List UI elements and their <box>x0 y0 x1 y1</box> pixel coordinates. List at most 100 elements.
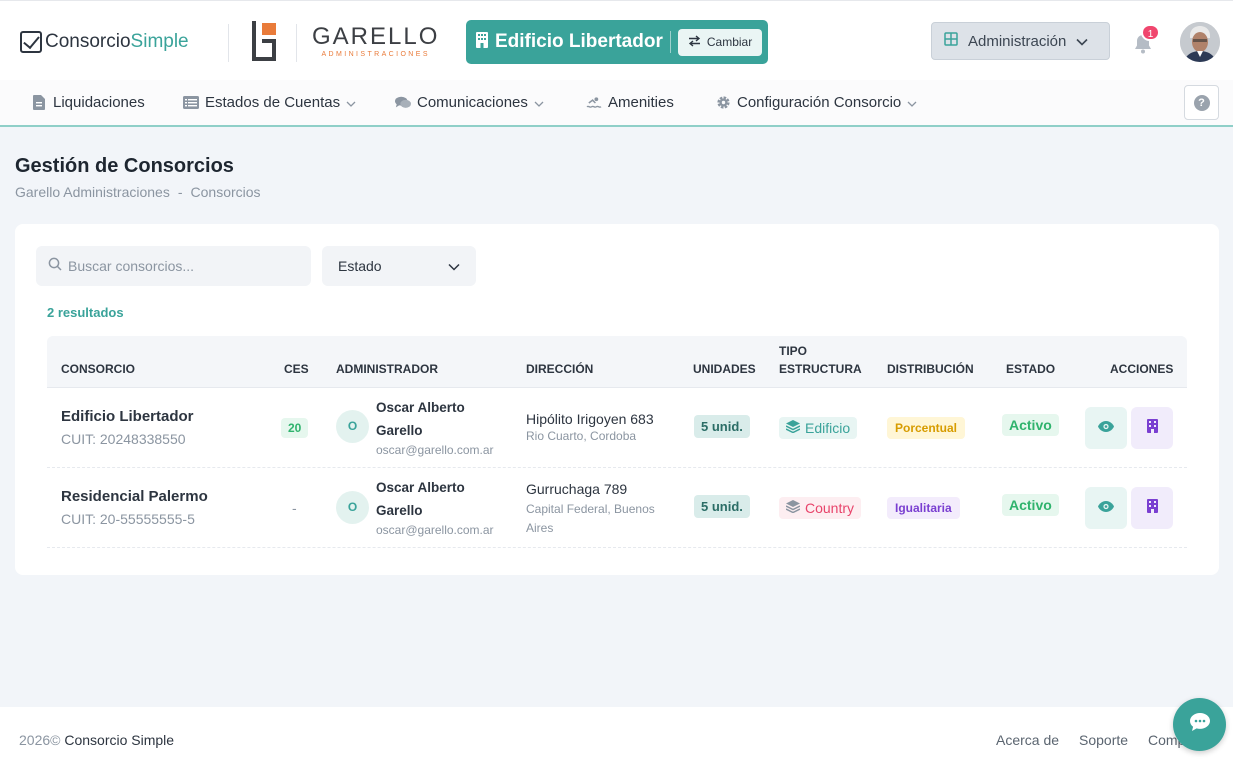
units-badge: 5 unid. <box>694 495 750 518</box>
grid-icon <box>944 32 958 50</box>
chevron-down-icon <box>346 94 356 111</box>
column-header-consorcio[interactable]: CONSORCIO <box>61 360 135 378</box>
building-icon <box>476 31 488 53</box>
column-header-tipo-estructura[interactable]: TIPO ESTRUCTURA <box>779 342 862 378</box>
nav-item-label: Comunicaciones <box>417 94 528 111</box>
nav-item-configuracion-consorcio[interactable]: Configuración Consorcio <box>715 94 917 111</box>
chevron-down-icon <box>448 258 460 274</box>
breadcrumb-item: Consorcios <box>190 184 261 200</box>
units-badge: 5 unid. <box>694 415 750 438</box>
structure-label: Edificio <box>805 420 851 436</box>
company-name: GARELLO <box>312 22 440 50</box>
structure-badge: Country <box>779 497 862 519</box>
main-nav: Liquidaciones Estados de Cuentas Comunic… <box>0 80 1233 127</box>
change-building-label: Cambiar <box>706 35 753 49</box>
address-city-line1: Capital Federal, Buenos <box>526 502 655 516</box>
footer-copyright: 2026© Consorcio Simple <box>19 732 174 748</box>
file-invoice-icon <box>31 95 47 111</box>
building-icon <box>1146 498 1158 518</box>
swimmer-icon <box>586 95 602 111</box>
search-input[interactable] <box>68 258 298 274</box>
footer-brand[interactable]: Consorcio Simple <box>64 732 174 748</box>
consorcios-card: Estado 2 resultados CONSORCIO CES ADMINI… <box>15 224 1219 575</box>
brand-part2: Simple <box>130 31 189 52</box>
structure-badge: Edificio <box>779 417 858 439</box>
consorcio-name[interactable]: Residencial Palermo <box>61 488 208 505</box>
nav-item-label: Estados de Cuentas <box>205 94 341 111</box>
chevron-down-icon <box>1076 33 1088 50</box>
comments-icon <box>395 95 411 111</box>
footer-year: 2026© <box>19 732 61 748</box>
consorcio-name[interactable]: Edificio Libertador <box>61 408 194 425</box>
admin-name-line1: Oscar Alberto <box>376 480 465 495</box>
admin-avatar: O <box>336 491 369 524</box>
consorcio-cuit: CUIT: 20248338550 <box>61 431 186 447</box>
address-street: Gurruchaga 789 <box>526 481 628 497</box>
chevron-down-icon <box>534 94 544 111</box>
column-header-estado[interactable]: ESTADO <box>1006 360 1055 378</box>
admin-name-line1: Oscar Alberto <box>376 400 465 415</box>
gear-icon <box>715 95 731 111</box>
admin-email: oscar@garello.com.ar <box>376 443 494 457</box>
view-button[interactable] <box>1085 407 1127 449</box>
role-selector[interactable]: Administración <box>931 22 1110 60</box>
eye-icon <box>1098 499 1114 517</box>
status-filter-label: Estado <box>338 258 382 274</box>
role-selector-label: Administración <box>968 32 1067 50</box>
results-count: 2 resultados <box>47 305 124 320</box>
admin-email: oscar@garello.com.ar <box>376 523 494 537</box>
nav-item-comunicaciones[interactable]: Comunicaciones <box>395 94 544 111</box>
nav-item-label: Configuración Consorcio <box>737 94 902 111</box>
building-details-button[interactable] <box>1131 487 1173 529</box>
swap-icon <box>688 34 701 50</box>
distribution-badge: Igualitaria <box>887 497 960 519</box>
app-logo[interactable]: Consorcio Simple <box>20 31 189 53</box>
consorcio-cuit: CUIT: 20-55555555-5 <box>61 511 195 527</box>
admin-name-line2: Garello <box>376 503 423 518</box>
address-city: Rio Cuarto, Cordoba <box>526 429 637 443</box>
status-filter-select[interactable]: Estado <box>322 246 476 286</box>
admin-avatar: O <box>336 410 369 443</box>
check-square-icon <box>20 31 42 53</box>
notification-badge: 1 <box>1141 24 1160 41</box>
address-street: Hipólito Irigoyen 683 <box>526 411 654 427</box>
chat-button[interactable] <box>1173 698 1226 751</box>
help-button[interactable]: ? <box>1184 85 1219 120</box>
building-details-button[interactable] <box>1131 407 1173 449</box>
footer-link-acerca[interactable]: Acerca de <box>996 732 1059 748</box>
column-header-tipo-line1: TIPO <box>779 344 808 358</box>
current-building-selector: Edificio Libertador Cambiar <box>466 20 768 64</box>
ces-badge: 20 <box>281 418 309 438</box>
column-header-ces[interactable]: CES <box>284 360 309 378</box>
chevron-down-icon <box>907 94 917 111</box>
column-header-distribucion[interactable]: DISTRIBUCIÓN <box>887 360 974 378</box>
structure-label: Country <box>805 500 855 516</box>
table-row: Edificio Libertador CUIT: 20248338550 20… <box>47 388 1187 468</box>
table-row: Residencial Palermo CUIT: 20-55555555-5 … <box>47 468 1187 548</box>
question-icon: ? <box>1193 94 1210 111</box>
breadcrumb-item[interactable]: Garello Administraciones <box>15 184 170 200</box>
status-badge: Activo <box>1002 494 1059 516</box>
view-button[interactable] <box>1085 487 1127 529</box>
brand-part1: Consorcio <box>45 31 131 52</box>
column-header-acciones: ACCIONES <box>1110 362 1174 376</box>
column-header-unidades[interactable]: UNIDADES <box>693 360 756 378</box>
change-building-button[interactable]: Cambiar <box>677 28 763 56</box>
header-divider <box>228 24 229 62</box>
page-title: Gestión de Consorcios <box>15 155 234 177</box>
nav-item-liquidaciones[interactable]: Liquidaciones <box>31 94 145 111</box>
column-header-direccion[interactable]: DIRECCIÓN <box>526 360 593 378</box>
distribution-badge: Porcentual <box>887 417 966 439</box>
breadcrumb-separator: - <box>177 184 183 200</box>
list-icon <box>183 95 199 111</box>
address-city-line2: Aires <box>526 521 554 535</box>
column-header-tipo-line2: ESTRUCTURA <box>779 362 862 376</box>
footer-link-soporte[interactable]: Soporte <box>1079 732 1128 748</box>
company-tagline: ADMINISTRACIONES <box>321 50 430 58</box>
column-header-administrador[interactable]: ADMINISTRADOR <box>336 360 438 378</box>
nav-item-estados-de-cuentas[interactable]: Estados de Cuentas <box>183 94 356 111</box>
nav-item-amenities[interactable]: Amenities <box>586 94 674 111</box>
user-avatar[interactable] <box>1180 22 1220 62</box>
search-box[interactable] <box>36 246 311 286</box>
table-header: CONSORCIO CES ADMINISTRADOR DIRECCIÓN UN… <box>47 336 1187 388</box>
